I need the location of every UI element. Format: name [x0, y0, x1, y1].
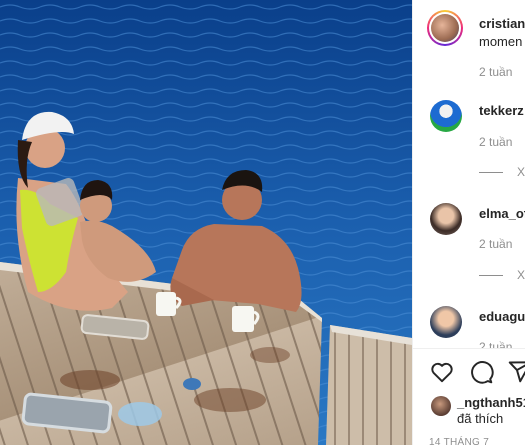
heart-icon[interactable]	[429, 359, 455, 385]
author-username[interactable]: cristiano	[479, 16, 525, 31]
post-header: cristiano momen	[413, 0, 525, 60]
liked-text: đã thích	[457, 411, 504, 426]
post-photo[interactable]	[0, 0, 412, 445]
post-image	[0, 0, 412, 445]
comment-avatar[interactable]	[430, 203, 462, 235]
view-replies-line	[479, 172, 503, 173]
comment-time: 2 tuần	[479, 135, 513, 149]
liker-avatar[interactable]	[431, 396, 451, 416]
author-avatar[interactable]	[427, 10, 463, 46]
view-replies-button[interactable]: X	[517, 268, 525, 282]
send-icon[interactable]	[507, 359, 525, 385]
post-time: 2 tuần	[479, 65, 513, 79]
view-replies-button[interactable]: X	[517, 165, 525, 179]
comment-username[interactable]: eduagu	[479, 309, 525, 324]
comment-avatar[interactable]	[430, 100, 462, 132]
comment-username[interactable]: elma_of	[479, 206, 525, 221]
post-caption: momen	[479, 34, 523, 49]
comment-avatar[interactable]	[430, 306, 462, 338]
comment-username[interactable]: tekkerz	[479, 103, 524, 118]
post-sidebar: cristiano momen 2 tuần tekkerz 2 tuần X …	[412, 0, 525, 445]
comment-icon[interactable]	[468, 359, 494, 385]
post-actions: _ngthanh51 đã thích 14 THÁNG 7	[413, 348, 525, 445]
post-date: 14 THÁNG 7	[429, 437, 490, 445]
comment-time: 2 tuần	[479, 237, 513, 251]
liker-username[interactable]: _ngthanh51	[457, 395, 525, 410]
view-replies-line	[479, 275, 503, 276]
